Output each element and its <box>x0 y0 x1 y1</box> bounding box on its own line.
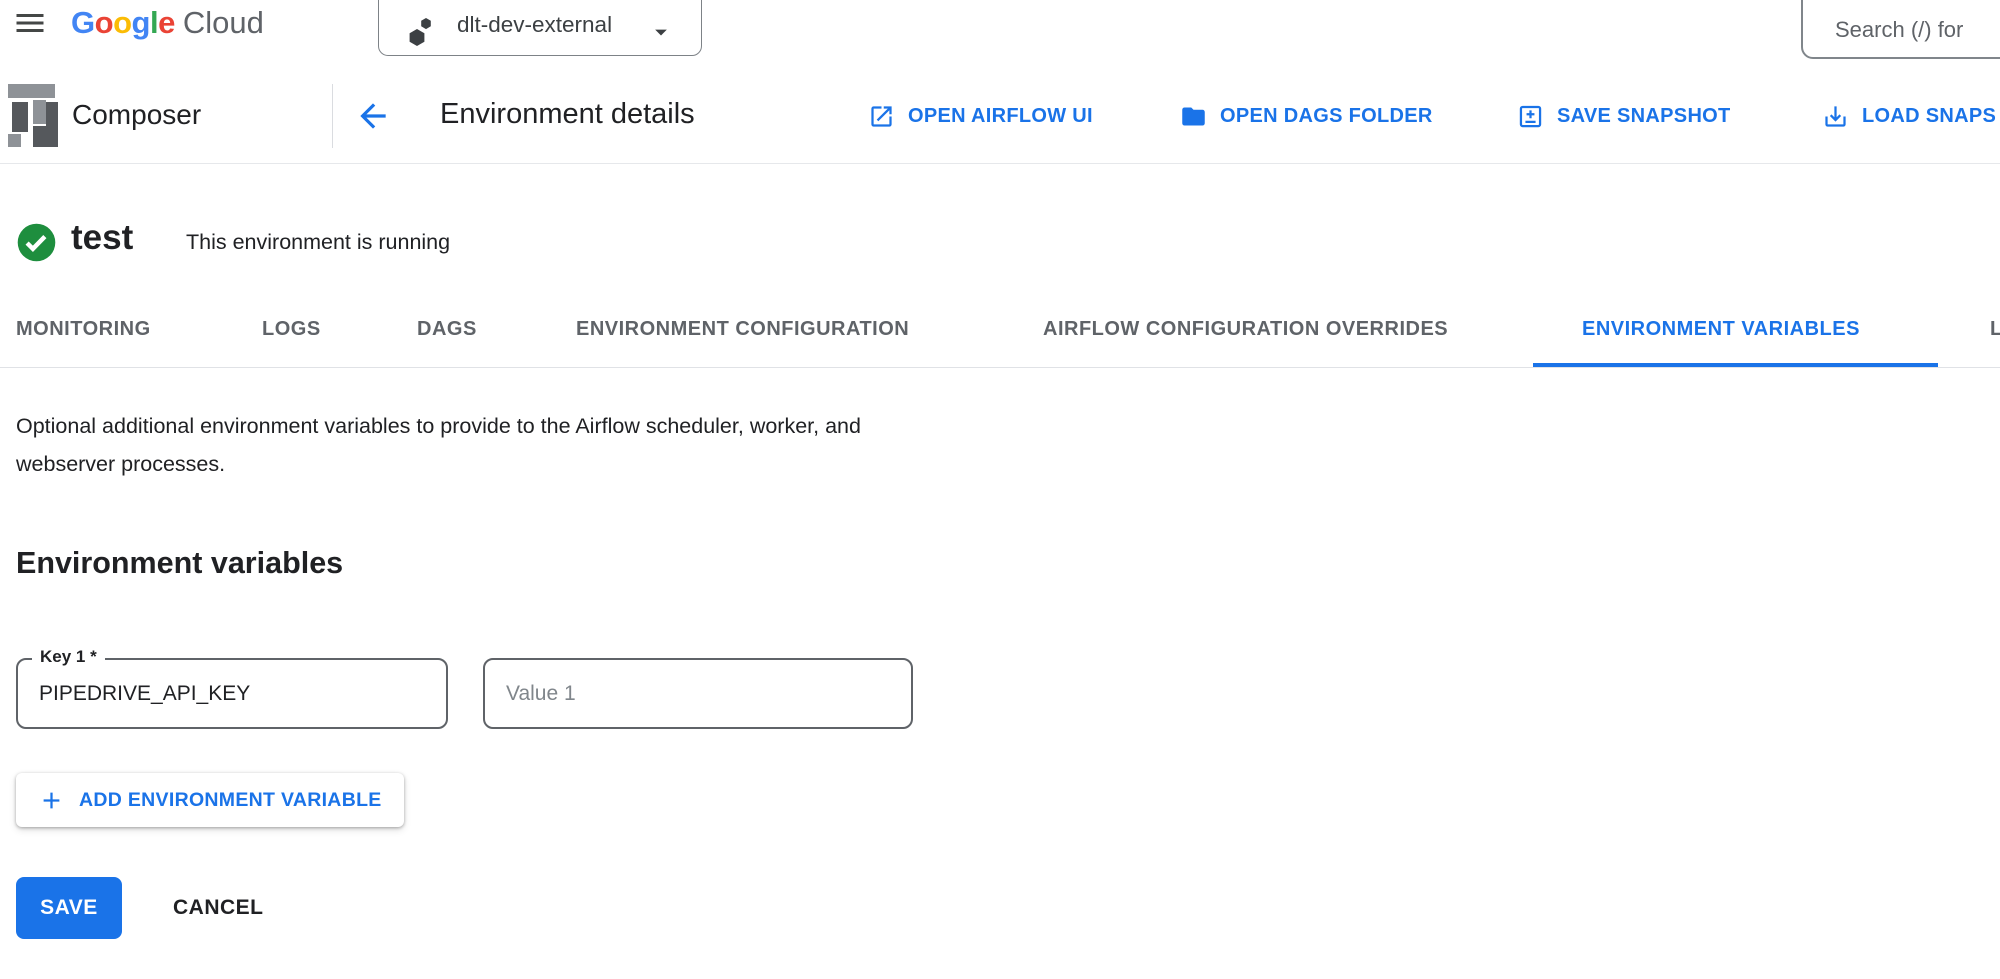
tab-bar: MONITORING LOGS DAGS ENVIRONMENT CONFIGU… <box>0 281 2000 368</box>
search-placeholder: Search (/) for <box>1835 17 1963 43</box>
tab-environment-variables[interactable]: ENVIRONMENT VARIABLES <box>1582 318 1860 341</box>
description-line: Optional additional environment variable… <box>16 407 861 445</box>
plus-icon <box>38 787 65 814</box>
project-hexagons-icon <box>405 16 437 53</box>
tab-logs[interactable]: LOGS <box>262 318 321 341</box>
folder-icon <box>1180 103 1207 130</box>
chevron-down-icon <box>647 18 675 51</box>
description-line: webserver processes. <box>16 445 225 483</box>
save-snapshot-button[interactable]: SAVE SNAPSHOT <box>1517 100 1731 132</box>
value-field-container <box>483 658 913 729</box>
arrow-back-icon[interactable] <box>354 97 392 135</box>
logo-letter: o <box>95 5 113 40</box>
divider <box>332 84 333 148</box>
tab-monitoring[interactable]: MONITORING <box>16 318 151 341</box>
logo-letter: o <box>113 5 131 40</box>
action-label: SAVE SNAPSHOT <box>1557 105 1731 128</box>
key-input[interactable] <box>18 660 446 727</box>
logo-letter: G <box>71 5 95 40</box>
action-label: OPEN AIRFLOW UI <box>908 105 1093 128</box>
search-input[interactable]: Search (/) for <box>1801 0 2000 59</box>
tab-labels-cutoff[interactable]: L <box>1990 318 2000 341</box>
action-label: OPEN DAGS FOLDER <box>1220 105 1433 128</box>
google-cloud-logo: GoogleCloud <box>71 1 264 45</box>
environment-name: test <box>71 218 133 258</box>
add-button-label: ADD ENVIRONMENT VARIABLE <box>79 789 382 812</box>
save-snapshot-icon <box>1517 103 1544 130</box>
action-label: LOAD SNAPS <box>1862 105 1996 128</box>
logo-letter: g <box>132 5 150 40</box>
open-dags-folder-button[interactable]: OPEN DAGS FOLDER <box>1180 100 1433 132</box>
section-heading: Environment variables <box>16 546 343 581</box>
project-selector[interactable]: dlt-dev-external <box>378 0 702 56</box>
save-button[interactable]: SAVE <box>16 877 122 939</box>
download-icon <box>1822 103 1849 130</box>
logo-cloud-text: Cloud <box>183 5 264 40</box>
cancel-button[interactable]: CANCEL <box>167 877 270 939</box>
load-snapshot-button[interactable]: LOAD SNAPS <box>1822 100 1996 132</box>
project-name: dlt-dev-external <box>457 12 612 38</box>
page-title: Environment details <box>440 98 695 131</box>
value-input[interactable] <box>485 660 911 727</box>
open-airflow-ui-button[interactable]: OPEN AIRFLOW UI <box>868 100 1093 132</box>
hamburger-menu-icon[interactable] <box>12 5 48 41</box>
selected-tab-indicator <box>1533 363 1938 367</box>
logo-letter: l <box>150 5 158 40</box>
key-field-container: Key 1 * <box>16 658 448 729</box>
check-circle-icon <box>16 222 57 268</box>
tab-airflow-configuration-overrides[interactable]: AIRFLOW CONFIGURATION OVERRIDES <box>1043 318 1448 341</box>
status-message: This environment is running <box>186 230 450 255</box>
tab-environment-configuration[interactable]: ENVIRONMENT CONFIGURATION <box>576 318 909 341</box>
app-bar: GoogleCloud dlt-dev-external Search (/) … <box>0 0 2000 71</box>
add-environment-variable-button[interactable]: ADD ENVIRONMENT VARIABLE <box>16 773 404 827</box>
open-in-new-icon <box>868 103 895 130</box>
logo-letter: e <box>158 5 175 40</box>
composer-logo-icon <box>8 84 58 152</box>
tab-dags[interactable]: DAGS <box>417 318 477 341</box>
product-bar: Composer Environment details OPEN AIRFLO… <box>0 70 2000 164</box>
product-name: Composer <box>72 99 201 131</box>
